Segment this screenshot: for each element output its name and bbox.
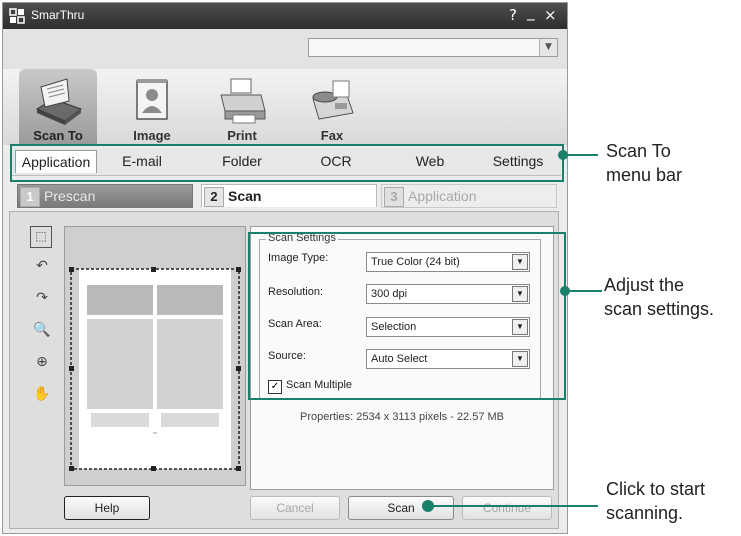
step-prescan-label: Prescan (44, 188, 96, 204)
scan-settings-group: Scan Settings Image Type: True Color (24… (259, 232, 541, 399)
preview-tools: ⬚ ↶ ↷ 🔍 ⊕ ✋ (28, 226, 56, 426)
source-label: Source: (268, 350, 306, 362)
continue-button[interactable]: Continue (462, 496, 552, 520)
scan-to-menu-bar: Application E-mail Folder OCR Web Settin… (11, 148, 561, 176)
tab-web[interactable]: Web (395, 150, 465, 172)
source-value: Auto Select (371, 353, 428, 365)
step-scan[interactable]: 2 Scan (201, 184, 377, 207)
main-toolbar: Scan To Image Print Fax (3, 69, 567, 145)
cancel-button[interactable]: Cancel (250, 496, 340, 520)
scan-area-label: Scan Area: (268, 318, 322, 330)
image-type-select[interactable]: True Color (24 bit) ▼ (366, 252, 530, 272)
app-logo-icon (9, 8, 25, 24)
toolbar-print-label: Print (227, 128, 257, 143)
select-area-icon[interactable]: ⬚ (30, 226, 52, 248)
scan-button[interactable]: Scan (348, 496, 454, 520)
toolbar-scan-to[interactable]: Scan To (19, 69, 97, 145)
smarthru-window: SmarThru ? _ × ▼ Scan To Image Print Fax… (2, 2, 568, 534)
toolbar-image[interactable]: Image (113, 69, 191, 145)
printer-icon (220, 78, 266, 124)
callout-menu-bar: Scan To menu bar (606, 139, 682, 187)
fax-icon (312, 80, 354, 120)
chevron-down-icon[interactable]: ▼ (512, 351, 528, 367)
scan-area-value: Selection (371, 321, 417, 333)
tab-settings[interactable]: Settings (481, 150, 555, 172)
step-indicator: 1 Prescan 2 Scan 3 Application (3, 179, 567, 209)
resolution-value: 300 dpi (371, 288, 408, 300)
callout-settings: Adjust the scan settings. (604, 273, 714, 321)
callout-scan-line1: Click to start (606, 479, 706, 499)
scanner-icon (35, 78, 83, 125)
step-scan-label: Scan (228, 188, 262, 204)
step-scan-number: 2 (204, 187, 224, 207)
preview-pane[interactable] (64, 226, 246, 486)
step-prescan-number: 1 (20, 187, 40, 207)
top-strip: ▼ (3, 29, 567, 70)
step-application[interactable]: 3 Application (381, 184, 557, 208)
chevron-down-icon[interactable]: ▼ (512, 319, 528, 335)
tab-application[interactable]: Application (15, 150, 97, 173)
callout-menu-bar-line2: menu bar (606, 165, 683, 185)
help-button[interactable]: Help (64, 496, 150, 520)
zoom-out-icon[interactable]: 🔍 (30, 322, 54, 346)
scan-multiple-checkbox[interactable]: ✓ (268, 380, 282, 394)
scan-area-select[interactable]: Selection ▼ (366, 317, 530, 337)
window-title: SmarThru (31, 8, 85, 22)
rotate-left-icon[interactable]: ↶ (30, 258, 54, 282)
tab-ocr[interactable]: OCR (301, 150, 371, 172)
image-type-label: Image Type: (268, 252, 329, 264)
scanned-document-preview (69, 267, 241, 471)
close-icon[interactable]: × (544, 6, 557, 24)
settings-pane: Scan Settings Image Type: True Color (24… (250, 226, 554, 490)
hand-pan-icon[interactable]: ✋ (30, 386, 54, 410)
title-bar: SmarThru ? _ × (3, 3, 567, 29)
step-application-label: Application (408, 188, 477, 204)
chevron-down-icon[interactable]: ▼ (539, 39, 557, 56)
toolbar-print[interactable]: Print (203, 69, 281, 145)
tab-folder[interactable]: Folder (207, 150, 277, 172)
toolbar-image-label: Image (133, 128, 171, 143)
toolbar-scan-to-label: Scan To (33, 128, 83, 143)
image-type-value: True Color (24 bit) (371, 256, 460, 268)
tab-email[interactable]: E-mail (107, 150, 177, 172)
image-icon (136, 79, 168, 120)
image-properties: Properties: 2534 x 3113 pixels - 22.57 M… (299, 411, 505, 423)
rotate-right-icon[interactable]: ↷ (30, 290, 54, 314)
chevron-down-icon[interactable]: ▼ (512, 286, 528, 302)
scan-panel: ⬚ ↶ ↷ 🔍 ⊕ ✋ Scan Settings Image Type: Tr… (9, 211, 559, 529)
step-prescan[interactable]: 1 Prescan (17, 184, 193, 208)
device-select[interactable]: ▼ (308, 38, 558, 57)
step-application-number: 3 (384, 187, 404, 207)
callout-settings-line2: scan settings. (604, 299, 715, 319)
toolbar-fax[interactable]: Fax (293, 69, 371, 145)
callout-menu-bar-line1: Scan To (606, 141, 671, 161)
zoom-in-icon[interactable]: ⊕ (30, 354, 54, 378)
callout-settings-line1: Adjust the (604, 275, 685, 295)
resolution-label: Resolution: (268, 286, 324, 298)
chevron-down-icon[interactable]: ▼ (512, 254, 528, 270)
scan-settings-title: Scan Settings (266, 232, 338, 244)
source-select[interactable]: Auto Select ▼ (366, 349, 530, 369)
toolbar-fax-label: Fax (320, 128, 344, 143)
callout-scan: Click to start scanning. (606, 477, 705, 525)
scan-multiple-label: Scan Multiple (286, 379, 353, 391)
resolution-select[interactable]: 300 dpi ▼ (366, 284, 530, 304)
minimize-icon[interactable]: _ (527, 3, 535, 21)
help-icon[interactable]: ? (509, 6, 517, 24)
callout-scan-line2: scanning. (606, 503, 684, 523)
